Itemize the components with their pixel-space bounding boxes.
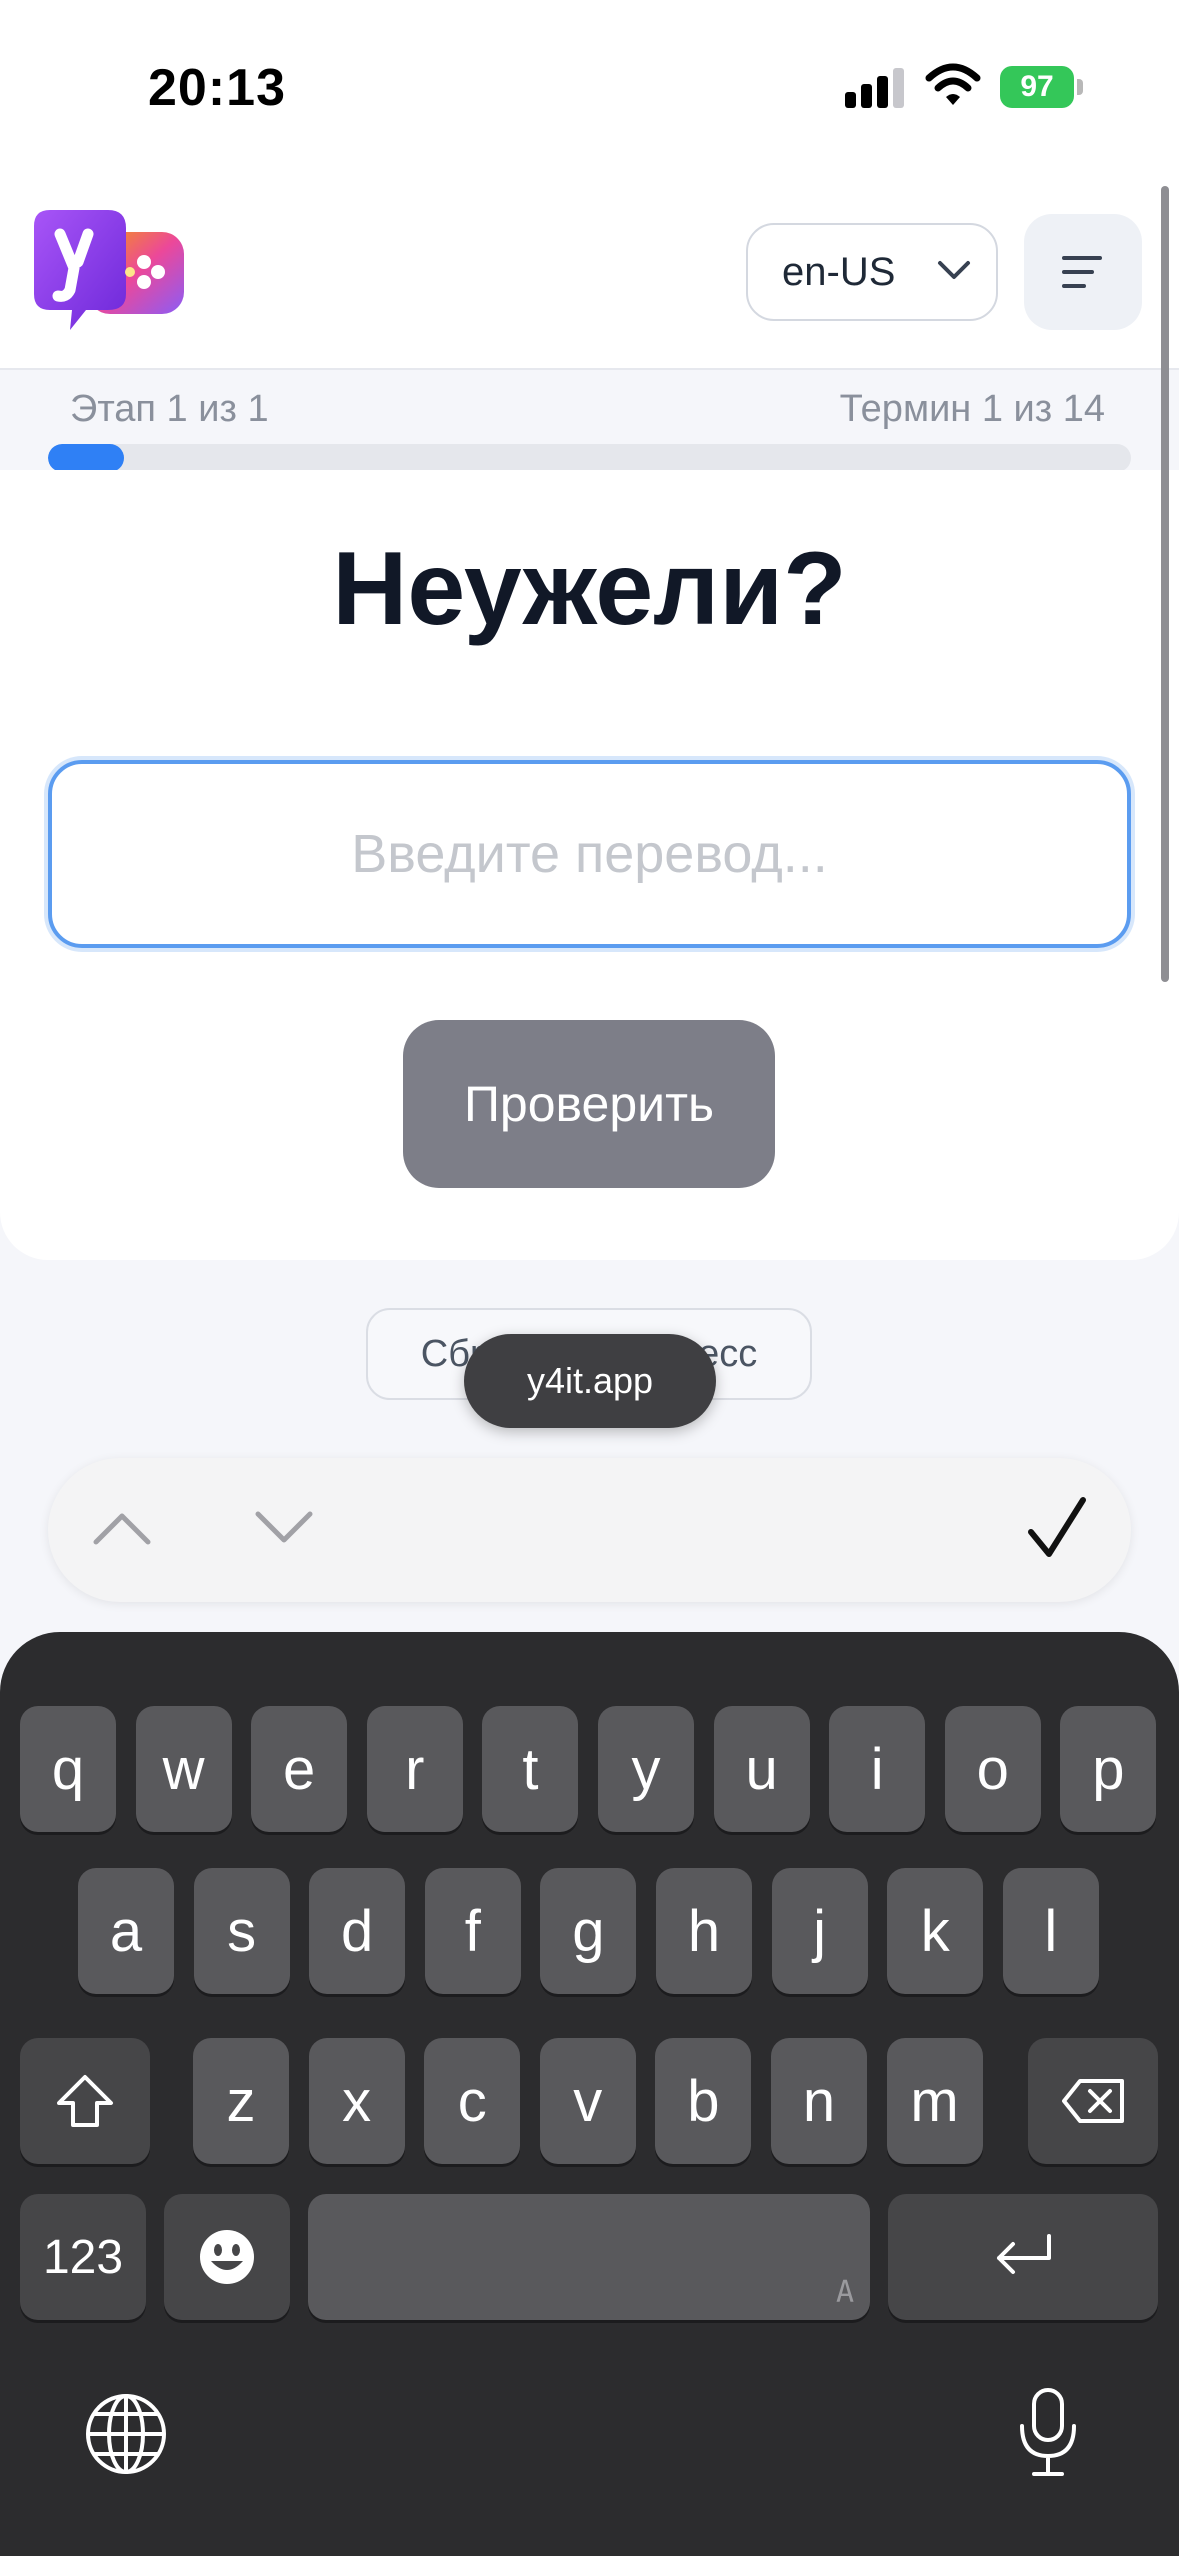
- key-h[interactable]: h: [656, 1868, 752, 1994]
- progress-bar: [48, 444, 1131, 472]
- language-select-value: en-US: [782, 249, 896, 294]
- key-i[interactable]: i: [829, 1706, 926, 1832]
- key-n[interactable]: n: [771, 2038, 867, 2164]
- keyboard: qwertyuiop asdfghjkl zxcvbnm 123 A: [0, 1632, 1179, 2556]
- key-y[interactable]: y: [598, 1706, 694, 1832]
- status-bar: 20:13 97: [0, 0, 1179, 170]
- chevron-down-icon: [938, 261, 970, 279]
- key-f[interactable]: f: [424, 1868, 521, 1994]
- term-counter: Термин 1 из 14: [839, 388, 1105, 430]
- key-u[interactable]: u: [713, 1706, 810, 1832]
- key-t[interactable]: t: [482, 1706, 579, 1832]
- quiz-card: Неужели? Проверить: [0, 470, 1179, 1260]
- key-j[interactable]: j: [771, 1868, 868, 1994]
- signal-icon: [845, 68, 904, 108]
- stage-label: Этап 1 из 1: [70, 388, 269, 430]
- key-p[interactable]: p: [1060, 1706, 1157, 1832]
- return-icon: [997, 2234, 1051, 2274]
- return-key[interactable]: [888, 2194, 1158, 2320]
- y4it-logo[interactable]: [34, 210, 186, 338]
- key-x[interactable]: x: [308, 2038, 405, 2164]
- menu-icon: [1062, 256, 1102, 288]
- key-c[interactable]: c: [424, 2038, 521, 2164]
- language-select[interactable]: en-US: [746, 223, 998, 321]
- key-v[interactable]: v: [539, 2038, 636, 2164]
- checkmark-icon[interactable]: [1027, 1494, 1087, 1564]
- backspace-key[interactable]: [1028, 2038, 1158, 2164]
- scroll-indicator: [1161, 186, 1169, 982]
- wifi-icon: [925, 63, 981, 105]
- status-time: 20:13: [148, 59, 286, 117]
- key-b[interactable]: b: [655, 2038, 752, 2164]
- key-q[interactable]: q: [20, 1706, 116, 1832]
- backspace-icon: [1062, 2079, 1124, 2123]
- battery-level: 97: [1000, 66, 1074, 108]
- emoji-key[interactable]: [164, 2194, 290, 2320]
- key-s[interactable]: s: [193, 1868, 290, 1994]
- key-m[interactable]: m: [886, 2038, 983, 2164]
- url-toast: y4it.app: [464, 1334, 716, 1428]
- key-o[interactable]: o: [944, 1706, 1041, 1832]
- battery-charging-icon: 97: [1000, 66, 1083, 108]
- key-l[interactable]: l: [1002, 1868, 1099, 1994]
- numbers-key[interactable]: 123: [20, 2194, 146, 2320]
- check-button[interactable]: Проверить: [403, 1020, 775, 1188]
- microphone-icon[interactable]: [1016, 2386, 1080, 2478]
- space-key[interactable]: A: [308, 2194, 870, 2320]
- shift-key[interactable]: [20, 2038, 150, 2164]
- key-a[interactable]: a: [78, 1868, 174, 1994]
- key-z[interactable]: z: [193, 2038, 289, 2164]
- term-word: Неужели?: [332, 531, 847, 647]
- emoji-icon: [200, 2230, 254, 2284]
- key-k[interactable]: k: [887, 1868, 984, 1994]
- globe-icon[interactable]: [84, 2392, 168, 2476]
- app-header: en-US: [0, 170, 1179, 370]
- key-r[interactable]: r: [366, 1706, 463, 1832]
- shift-icon: [57, 2075, 113, 2127]
- translation-input[interactable]: [48, 760, 1131, 948]
- menu-button[interactable]: [1024, 214, 1142, 330]
- key-w[interactable]: w: [135, 1706, 232, 1832]
- chevron-up-icon[interactable]: [92, 1508, 152, 1548]
- progress-bar-fill: [48, 444, 124, 472]
- progress-labels: Этап 1 из 1 Термин 1 из 14: [70, 388, 1105, 438]
- key-d[interactable]: d: [309, 1868, 406, 1994]
- chevron-down-icon[interactable]: [254, 1508, 314, 1548]
- key-e[interactable]: e: [251, 1706, 348, 1832]
- keyboard-accessory-bar: [48, 1458, 1131, 1602]
- space-key-hint: A: [835, 2275, 854, 2310]
- key-g[interactable]: g: [540, 1868, 637, 1994]
